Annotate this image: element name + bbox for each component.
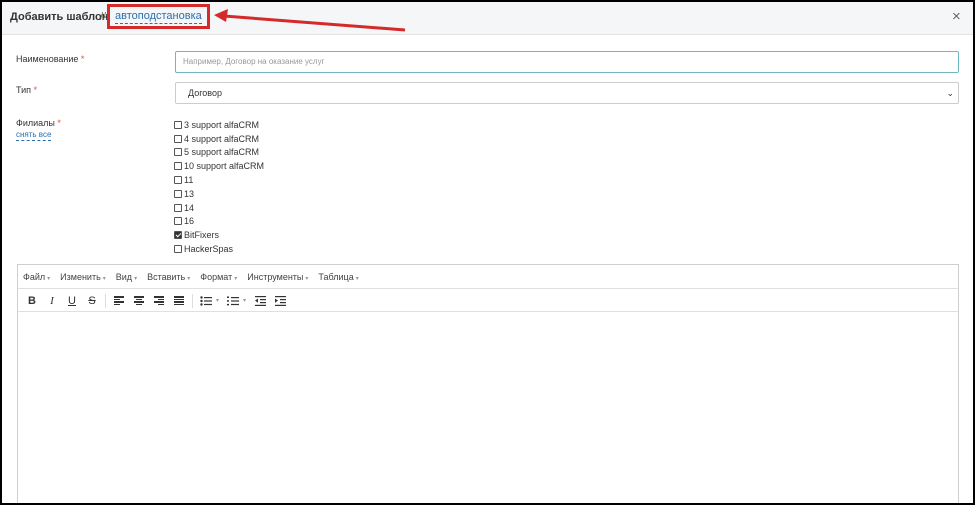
align-left-icon [114, 296, 124, 305]
editor-menu-item[interactable]: Изменить ▾ [60, 272, 106, 282]
caret-down-icon: ▾ [102, 275, 106, 282]
branch-checkbox[interactable] [174, 245, 182, 254]
editor-menu-item[interactable]: Таблица ▾ [318, 272, 358, 282]
branches-label: Филиалы * [16, 118, 61, 128]
branch-checkbox[interactable] [174, 162, 182, 171]
editor-content-area[interactable] [18, 313, 958, 503]
editor-toolbar: B I U S ▾ ▾ [18, 290, 958, 312]
branch-checkbox-row[interactable]: HackerSpas [174, 242, 264, 256]
bullet-list-caret-icon[interactable]: ▾ [216, 297, 219, 304]
toolbar-divider [105, 293, 106, 308]
modal-window: Добавить шаблон // автоподстановка × Наи… [2, 2, 973, 503]
caret-down-icon: ▾ [355, 275, 359, 282]
rich-text-editor: Файл ▾ Изменить ▾ Вид ▾ Вставить ▾ Формат ▾ Инстру… [17, 264, 959, 503]
outdent-button[interactable] [250, 292, 270, 310]
branch-checkbox[interactable] [174, 148, 182, 157]
branch-checkbox-row[interactable]: 4 support alfaCRM [174, 132, 264, 146]
name-placeholder: Например, Договор на оказание услуг [183, 57, 325, 66]
editor-menu-item[interactable]: Инструменты ▾ [247, 272, 308, 282]
underline-button[interactable]: U [62, 292, 82, 310]
branch-checkbox[interactable] [174, 231, 182, 240]
annotation-arrow [214, 9, 406, 32]
bullet-list-icon [200, 295, 212, 306]
editor-menu-label: Файл [23, 271, 46, 282]
branches-list: 3 support alfaCRM 4 support alfaCRM 5 supp… [174, 118, 264, 256]
editor-menu-label: Изменить [60, 271, 101, 282]
align-justify-icon [174, 296, 184, 305]
indent-button[interactable] [270, 292, 290, 310]
branch-label: 13 [184, 188, 195, 199]
align-right-button[interactable] [149, 292, 169, 310]
branch-checkbox-row[interactable]: 13 [174, 187, 264, 201]
editor-menu-item[interactable]: Формат ▾ [200, 272, 237, 282]
editor-menu-item[interactable]: Вставить ▾ [147, 272, 190, 282]
branch-checkbox[interactable] [174, 134, 182, 143]
numbered-list-button[interactable] [223, 292, 243, 310]
name-input[interactable]: Например, Договор на оказание услуг [175, 51, 959, 73]
branch-checkbox-row[interactable]: 14 [174, 201, 264, 215]
bullet-list-button[interactable] [196, 292, 216, 310]
branch-checkbox-row[interactable]: 10 support alfaCRM [174, 159, 264, 173]
align-center-icon [134, 296, 144, 305]
branch-label: 10 support alfaCRM [184, 161, 265, 172]
branch-label: HackerSpas [184, 244, 234, 255]
type-value: Договор [188, 88, 222, 98]
editor-menu-item[interactable]: Вид ▾ [116, 272, 137, 282]
branch-label: 3 support alfaCRM [184, 119, 260, 130]
align-justify-button[interactable] [169, 292, 189, 310]
branch-checkbox[interactable] [174, 217, 182, 226]
numbered-list-icon [227, 296, 240, 305]
branch-checkbox[interactable] [174, 203, 182, 212]
branch-label: 11 [184, 175, 194, 186]
editor-menu-label: Вставить [147, 271, 186, 282]
align-center-button[interactable] [129, 292, 149, 310]
caret-down-icon: ▾ [47, 275, 51, 282]
outdent-icon [254, 295, 266, 306]
branch-checkbox-row[interactable]: 16 [174, 215, 264, 229]
branch-checkbox[interactable] [174, 189, 182, 198]
branch-checkbox-row[interactable]: 3 support alfaCRM [174, 118, 264, 132]
editor-menu-label: Вид [115, 271, 133, 282]
branch-checkbox[interactable] [174, 120, 182, 129]
caret-down-icon: ▾ [187, 275, 191, 282]
branch-label: 14 [184, 202, 195, 213]
bold-button[interactable]: B [22, 292, 42, 310]
toolbar-divider [192, 293, 193, 308]
branch-checkbox-row[interactable]: 5 support alfaCRM [174, 146, 264, 160]
editor-menu-label: Формат [200, 271, 233, 282]
editor-menu-item[interactable]: Файл ▾ [23, 272, 50, 282]
editor-menubar: Файл ▾ Изменить ▾ Вид ▾ Вставить ▾ Формат ▾ Инстру… [18, 265, 958, 289]
uncheck-all-link[interactable]: снять все [16, 130, 52, 141]
editor-menu-label: Таблица [318, 271, 354, 282]
branch-label: 4 support alfaCRM [184, 133, 260, 144]
type-select[interactable]: Договор ⌄ [175, 82, 959, 104]
align-left-button[interactable] [109, 292, 129, 310]
chevron-down-icon: ⌄ [946, 88, 954, 98]
caret-down-icon: ▾ [234, 275, 238, 282]
branch-label: 5 support alfaCRM [184, 147, 260, 158]
name-label: Наименование * [16, 54, 85, 64]
editor-menu-label: Инструменты [247, 271, 304, 282]
strikethrough-button[interactable]: S [82, 292, 102, 310]
branch-checkbox[interactable] [174, 176, 182, 185]
branch-checkbox-row[interactable]: BitFixers [174, 228, 264, 242]
caret-down-icon: ▾ [305, 275, 309, 282]
branch-checkbox-row[interactable]: 11 [174, 173, 264, 187]
italic-button[interactable]: I [42, 292, 62, 310]
numbered-list-caret-icon[interactable]: ▾ [243, 297, 246, 304]
type-label: Тип * [16, 85, 38, 95]
align-right-icon [154, 296, 164, 305]
branch-label: BitFixers [184, 230, 220, 241]
branch-label: 16 [184, 216, 195, 227]
indent-icon [274, 295, 286, 306]
caret-down-icon: ▾ [134, 275, 138, 282]
